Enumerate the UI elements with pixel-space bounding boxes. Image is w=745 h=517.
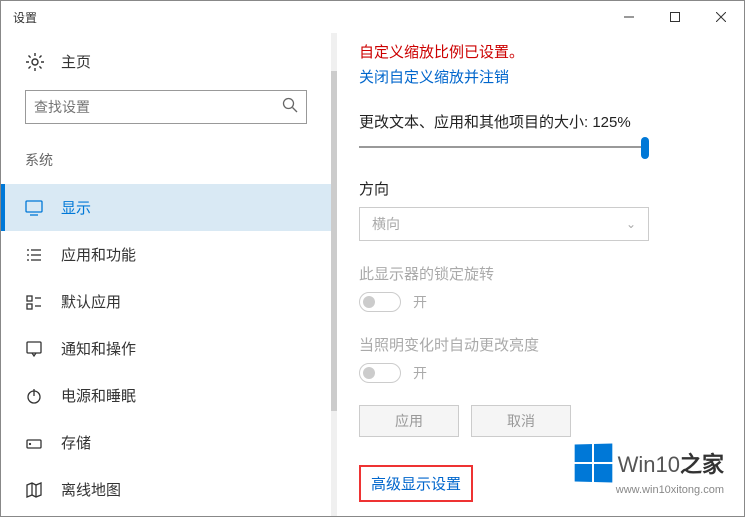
cancel-button: 取消 (471, 405, 571, 437)
window-title: 设置 (13, 9, 37, 26)
gear-icon (25, 52, 45, 72)
lock-rotation-state: 开 (413, 292, 427, 312)
nav-label: 通知和操作 (61, 338, 136, 359)
nav-label: 显示 (61, 197, 91, 218)
minimize-button[interactable] (606, 1, 652, 33)
brightness-state: 开 (413, 363, 427, 383)
sidebar-item-notifications[interactable]: 通知和操作 (1, 325, 331, 372)
maximize-button[interactable] (652, 1, 698, 33)
search-box[interactable] (25, 90, 307, 124)
windows-logo-icon (574, 443, 612, 482)
nav-label: 默认应用 (61, 291, 121, 312)
notification-icon (25, 340, 43, 358)
scale-slider[interactable] (359, 146, 649, 148)
sidebar-item-apps[interactable]: 应用和功能 (1, 231, 331, 278)
home-link[interactable]: 主页 (1, 51, 331, 90)
disable-scaling-link[interactable]: 关闭自定义缩放并注销 (359, 66, 716, 87)
scrollbar[interactable] (331, 33, 337, 516)
watermark-url: www.win10xitong.com (574, 484, 724, 496)
orientation-label: 方向 (359, 178, 716, 199)
monitor-icon (25, 199, 43, 217)
scrollbar-thumb[interactable] (331, 71, 337, 411)
nav-label: 存储 (61, 432, 91, 453)
chevron-down-icon: ⌄ (626, 217, 636, 231)
brightness-toggle (359, 363, 401, 383)
nav-label: 离线地图 (61, 479, 121, 500)
defaults-icon (25, 293, 43, 311)
sidebar-item-storage[interactable]: 存储 (1, 419, 331, 466)
storage-icon (25, 434, 43, 452)
watermark-brand-prefix: Win10 (618, 452, 680, 477)
slider-thumb[interactable] (641, 137, 649, 159)
list-icon (25, 246, 43, 264)
nav-label: 电源和睡眠 (61, 385, 136, 406)
sidebar-item-display[interactable]: 显示 (1, 184, 331, 231)
home-label: 主页 (61, 51, 91, 72)
watermark: Win10之家 www.win10xitong.com (574, 444, 724, 496)
scale-label: 更改文本、应用和其他项目的大小: 125% (359, 111, 716, 132)
lock-rotation-label: 此显示器的锁定旋转 (359, 263, 716, 284)
sidebar: 主页 系统 显示 应用和功能 默认应用 通知和操作 (1, 33, 331, 516)
brightness-label: 当照明变化时自动更改亮度 (359, 334, 716, 355)
nav-label: 应用和功能 (61, 244, 136, 265)
close-button[interactable] (698, 1, 744, 33)
sidebar-item-default-apps[interactable]: 默认应用 (1, 278, 331, 325)
advanced-display-link[interactable]: 高级显示设置 (371, 476, 461, 493)
highlight-box: 高级显示设置 (359, 465, 473, 502)
apply-button: 应用 (359, 405, 459, 437)
watermark-brand-suffix: 之家 (680, 452, 724, 477)
sidebar-item-maps[interactable]: 离线地图 (1, 466, 331, 513)
map-icon (25, 481, 43, 499)
category-label: 系统 (1, 150, 331, 184)
orientation-value: 横向 (372, 214, 400, 234)
sidebar-item-power[interactable]: 电源和睡眠 (1, 372, 331, 419)
power-icon (25, 387, 43, 405)
lock-rotation-toggle (359, 292, 401, 312)
search-input[interactable] (34, 99, 282, 115)
search-icon (282, 97, 298, 118)
scaling-warning: 自定义缩放比例已设置。 (359, 41, 716, 62)
orientation-dropdown[interactable]: 横向 ⌄ (359, 207, 649, 241)
